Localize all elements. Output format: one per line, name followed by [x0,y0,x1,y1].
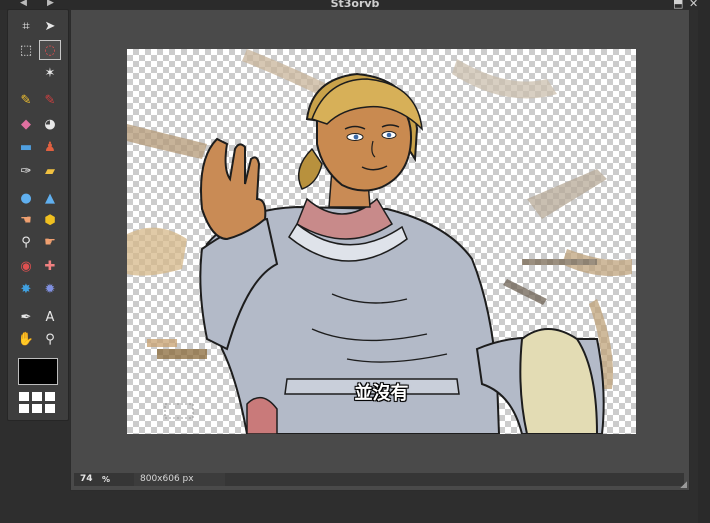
image-dimensions: 800x606 px [134,473,225,486]
sponge-icon[interactable]: ⬢ [40,211,60,229]
brush-icon[interactable]: ✎ [40,91,60,109]
pinch-icon[interactable]: ✹ [40,280,60,298]
raised-hand [200,137,267,241]
color-replace-icon[interactable]: ✑ [16,162,36,180]
dodge-icon[interactable]: ⚲ [16,233,36,251]
hand-icon[interactable]: ✋ [16,330,36,348]
move-icon[interactable]: ➤ [40,17,60,35]
zoom-value[interactable]: 74 [80,474,93,484]
toolbox-panel: ⌗ ➤ ⬚ ◌ ✶ ✎ ✎ ◆ ◕ ▬ ♟ ✑ ▰ ● ▲ ☚ ⬢ ⚲ ☛ ◉ ✚ ✸ ✹ ✒ A ✋ ⚲ [7,9,69,421]
burn-icon[interactable]: ☛ [40,233,60,251]
foreground-color-swatch[interactable] [18,358,58,385]
marquee-select-icon[interactable]: ⬚ [16,41,36,59]
gradient-icon[interactable]: ▬ [16,138,36,156]
type-icon[interactable]: A [40,308,60,326]
eraser-icon[interactable]: ◆ [16,115,36,133]
paint-bucket-icon[interactable]: ◕ [40,115,60,133]
cartoon-artwork [127,49,632,434]
zoom-unit: % [102,475,111,484]
right-panel-edge [698,0,710,523]
clone-stamp-icon[interactable]: ♟ [40,138,60,156]
smudge-icon[interactable]: ☚ [16,211,36,229]
bloat-icon[interactable]: ✸ [16,280,36,298]
subtitle-text: 並沒有 [354,383,409,404]
color-picker-icon[interactable]: ✒ [16,308,36,326]
sharpen-icon[interactable]: ▲ [40,189,60,207]
close-icon[interactable]: ✕ [689,0,698,10]
blur-icon[interactable]: ● [16,189,36,207]
lasso-icon[interactable]: ◌ [39,40,61,60]
image-canvas[interactable]: 並沒有 [127,49,636,434]
crop-icon[interactable]: ⌗ [16,17,36,35]
pencil-icon[interactable]: ✎ [16,91,36,109]
zoom-icon[interactable]: ⚲ [40,330,60,348]
spot-heal-icon[interactable]: ✚ [40,257,60,275]
grid-layout-icon[interactable] [19,392,57,414]
red-eye-icon[interactable]: ◉ [16,257,36,275]
status-bar: 74 % 800x606 px [74,473,684,486]
draw-shape-icon[interactable]: ▰ [40,162,60,180]
image-window: 並沒有 74 % 800x606 px [70,9,690,491]
magic-wand-icon[interactable]: ✶ [40,64,60,82]
resize-handle[interactable] [680,481,687,488]
